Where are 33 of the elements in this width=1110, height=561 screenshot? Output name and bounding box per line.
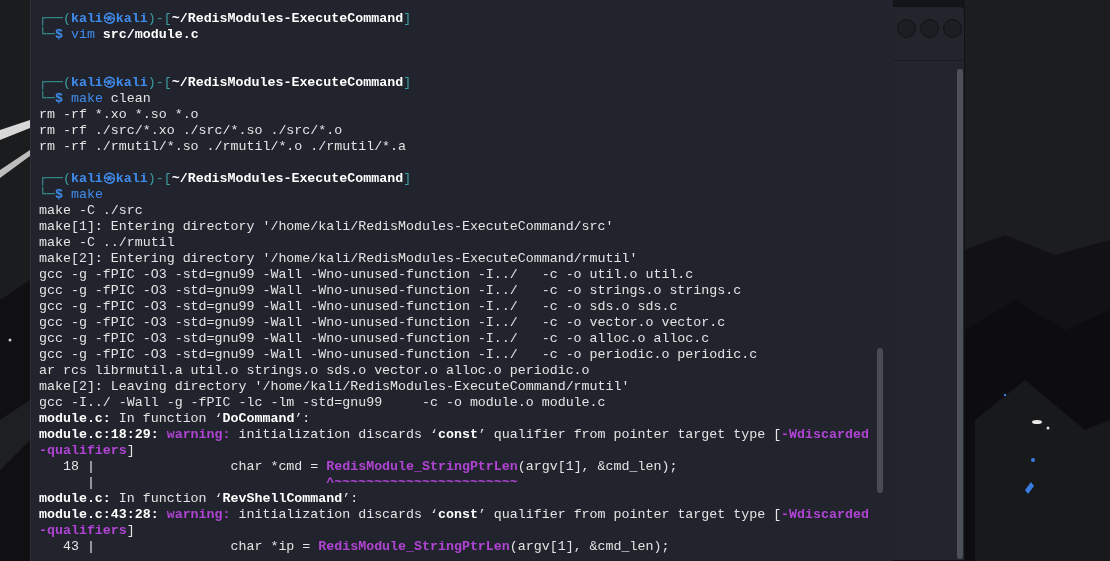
terminal-line: rm -rf ./rmutil/*.so ./rmutil/*.o ./rmutil/*.a bbox=[39, 139, 408, 155]
terminal-line: make[1]: Entering directory '/home/kali/RedisModules-ExecuteCommand/src' bbox=[39, 219, 615, 235]
terminal-line: make -C ../rmutil bbox=[39, 235, 176, 251]
terminal-line: make -C ./src bbox=[39, 203, 144, 219]
terminal-line: ┌──(kali㉿kali)-[~/RedisModules-ExecuteCommand] bbox=[39, 11, 413, 27]
terminal-line: └─$ make bbox=[39, 187, 104, 203]
terminal-line: ┌──(kali㉿kali)-[~/RedisModules-ExecuteCommand] bbox=[39, 171, 413, 187]
terminal-line: 43 | char *ip = RedisModule_StringPtrLen(argv[1], &cmd_len); bbox=[61, 539, 671, 555]
terminal-line: gcc -g -fPIC -O3 -std=gnu99 -Wall -Wno-unused-function -I../ -c -o util.o util.c bbox=[39, 267, 695, 283]
terminal-line: module.c: In function ‘DoCommand’: bbox=[39, 411, 312, 427]
terminal-line: gcc -g -fPIC -O3 -std=gnu99 -Wall -Wno-unused-function -I../ -c -o alloc.o alloc.c bbox=[39, 331, 711, 347]
scrollbar[interactable] bbox=[877, 348, 883, 493]
terminal-line: module.c:18:29: warning: initialization discards ‘const’ qualifier from pointer target type [-Wdiscarded bbox=[39, 427, 870, 443]
terminal-line: gcc -g -fPIC -O3 -std=gnu99 -Wall -Wno-unused-function -I../ -c -o vector.o vector.c bbox=[39, 315, 727, 331]
terminal-line: 18 | char *cmd = RedisModule_StringPtrLen(argv[1], &cmd_len); bbox=[61, 459, 679, 475]
terminal-line: gcc -g -fPIC -O3 -std=gnu99 -Wall -Wno-unused-function -I../ -c -o strings.o strings.c bbox=[39, 283, 743, 299]
terminal-line: gcc -I../ -Wall -g -fPIC -lc -lm -std=gnu99 -c -o module.o module.c bbox=[39, 395, 607, 411]
terminal-line: module.c: In function ‘RevShellCommand’: bbox=[39, 491, 360, 507]
terminal-line: -qualifiers] bbox=[39, 523, 136, 539]
terminal-line: gcc -g -fPIC -O3 -std=gnu99 -Wall -Wno-unused-function -I../ -c -o periodic.o periodic.c bbox=[39, 347, 759, 363]
terminal-line: rm -rf *.xo *.so *.o bbox=[39, 107, 200, 123]
terminal-line: module.c:43:28: warning: initialization discards ‘const’ qualifier from pointer target type [-Wdiscarded bbox=[39, 507, 870, 523]
terminal-line: -qualifiers] bbox=[39, 443, 136, 459]
terminal-line: └─$ make clean bbox=[39, 91, 152, 107]
terminal-line: ┌──(kali㉿kali)-[~/RedisModules-ExecuteCommand] bbox=[39, 75, 413, 91]
scrollbar[interactable] bbox=[957, 69, 963, 559]
terminal-line: make[2]: Entering directory '/home/kali/RedisModules-ExecuteCommand/rmutil' bbox=[39, 251, 639, 267]
terminal-line: rm -rf ./src/*.xo ./src/*.so ./src/*.o bbox=[39, 123, 344, 139]
terminal-line: gcc -g -fPIC -O3 -std=gnu99 -Wall -Wno-unused-function -I../ -c -o sds.o sds.c bbox=[39, 299, 679, 315]
terminal-line: └─$ vim src/module.c bbox=[39, 27, 200, 43]
terminal-line: | ^~~~~~~~~~~~~~~~~~~~~~~~ bbox=[85, 475, 519, 491]
terminal-line: make[2]: Leaving directory '/home/kali/RedisModules-ExecuteCommand/rmutil' bbox=[39, 379, 631, 395]
terminal-line: ar rcs librmutil.a util.o strings.o sds.o vector.o alloc.o periodic.o bbox=[39, 363, 591, 379]
